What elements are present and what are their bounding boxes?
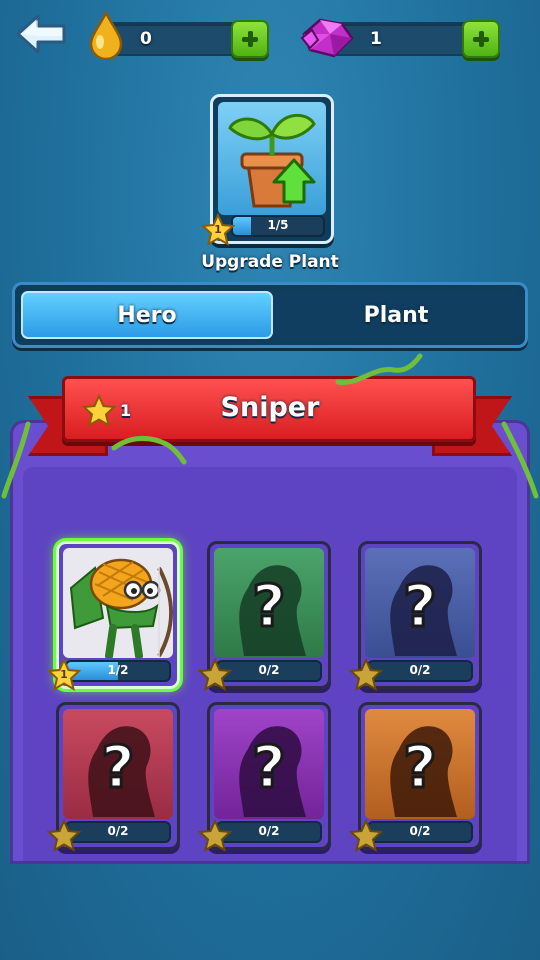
star-icon (198, 819, 232, 853)
hero-card-locked[interactable]: ? 0/2 (198, 702, 331, 853)
hero-portrait-locked: ? (214, 709, 324, 819)
svg-text:?: ? (403, 733, 437, 801)
star-level-badge (349, 819, 383, 853)
upgrade-plant-label: Upgrade Plant (201, 252, 339, 272)
hero-progress-text: 0/2 (258, 824, 280, 838)
question-mark-silhouette-icon: ? (239, 726, 306, 817)
star-level-badge: 1 (201, 213, 235, 247)
upgrade-level: 1 (214, 223, 222, 236)
hero-portrait-locked: ? (63, 709, 173, 819)
hero-card-locked[interactable]: ? 0/2 (47, 702, 180, 853)
back-button[interactable] (16, 12, 68, 56)
star-level-badge (47, 819, 81, 853)
upgrade-plant-art (218, 102, 326, 215)
star-icon (349, 658, 383, 692)
svg-text:?: ? (252, 572, 286, 640)
question-mark-silhouette-icon: ? (390, 726, 457, 817)
hero-plant-tabs: Hero Plant (12, 282, 528, 348)
hero-progress-text: 0/2 (258, 663, 280, 677)
star-level-badge (198, 658, 232, 692)
gem-count: 1 (370, 29, 382, 49)
hero-card-locked[interactable]: ? 0/2 (349, 702, 482, 853)
star-level-badge: 1 (47, 658, 81, 692)
hero-portrait-locked: ? (214, 548, 324, 658)
question-mark-silhouette-icon: ? (88, 726, 155, 817)
star-icon (82, 394, 116, 428)
category-title: Sniper (220, 392, 320, 423)
back-arrow-icon (16, 14, 66, 54)
hero-progress-text: 0/2 (409, 824, 431, 838)
svg-text:?: ? (403, 572, 437, 640)
hero-card-locked[interactable]: ? 0/2 (198, 541, 331, 692)
potted-sprout-upgrade-icon (228, 113, 316, 208)
question-mark-silhouette-icon: ? (390, 565, 457, 656)
hero-progress-text: 0/2 (409, 663, 431, 677)
water-drop-icon (89, 10, 123, 60)
star-icon (47, 819, 81, 853)
tab-plant[interactable]: Plant (273, 291, 519, 339)
hero-card-locked[interactable]: ? 0/2 (349, 541, 482, 692)
hero-card-pineapple-archer[interactable]: 1/2 1 (47, 541, 180, 692)
upgrade-plant-card[interactable]: 1/5 1 (201, 94, 334, 247)
tab-hero[interactable]: Hero (21, 291, 273, 339)
upgrade-progress-text: 1/5 (267, 218, 289, 232)
svg-text:?: ? (252, 733, 286, 801)
star-level-badge (198, 819, 232, 853)
hero-portrait-locked: ? (365, 548, 475, 658)
add-water-button[interactable] (231, 20, 269, 58)
vine-decoration-icon (335, 353, 423, 386)
hero-portrait (63, 548, 173, 658)
hero-portrait-locked: ? (365, 709, 475, 819)
gem-icon (300, 18, 354, 58)
star-level-badge (349, 658, 383, 692)
hero-progress-text: 0/2 (107, 824, 129, 838)
hero-level: 1 (60, 668, 68, 681)
hero-progress-text: 1/2 (107, 663, 129, 677)
vine-decoration-icon (111, 436, 187, 465)
question-mark-silhouette-icon: ? (239, 565, 306, 656)
star-icon (198, 658, 232, 692)
svg-text:?: ? (101, 733, 135, 801)
add-gem-button[interactable] (462, 20, 500, 58)
upgrade-progress-bar: 1/5 (231, 215, 325, 237)
water-count: 0 (140, 29, 152, 49)
vine-decoration-icon (501, 421, 539, 499)
vine-decoration-icon (1, 421, 31, 499)
pineapple-archer-icon (69, 558, 173, 658)
star-icon (349, 819, 383, 853)
